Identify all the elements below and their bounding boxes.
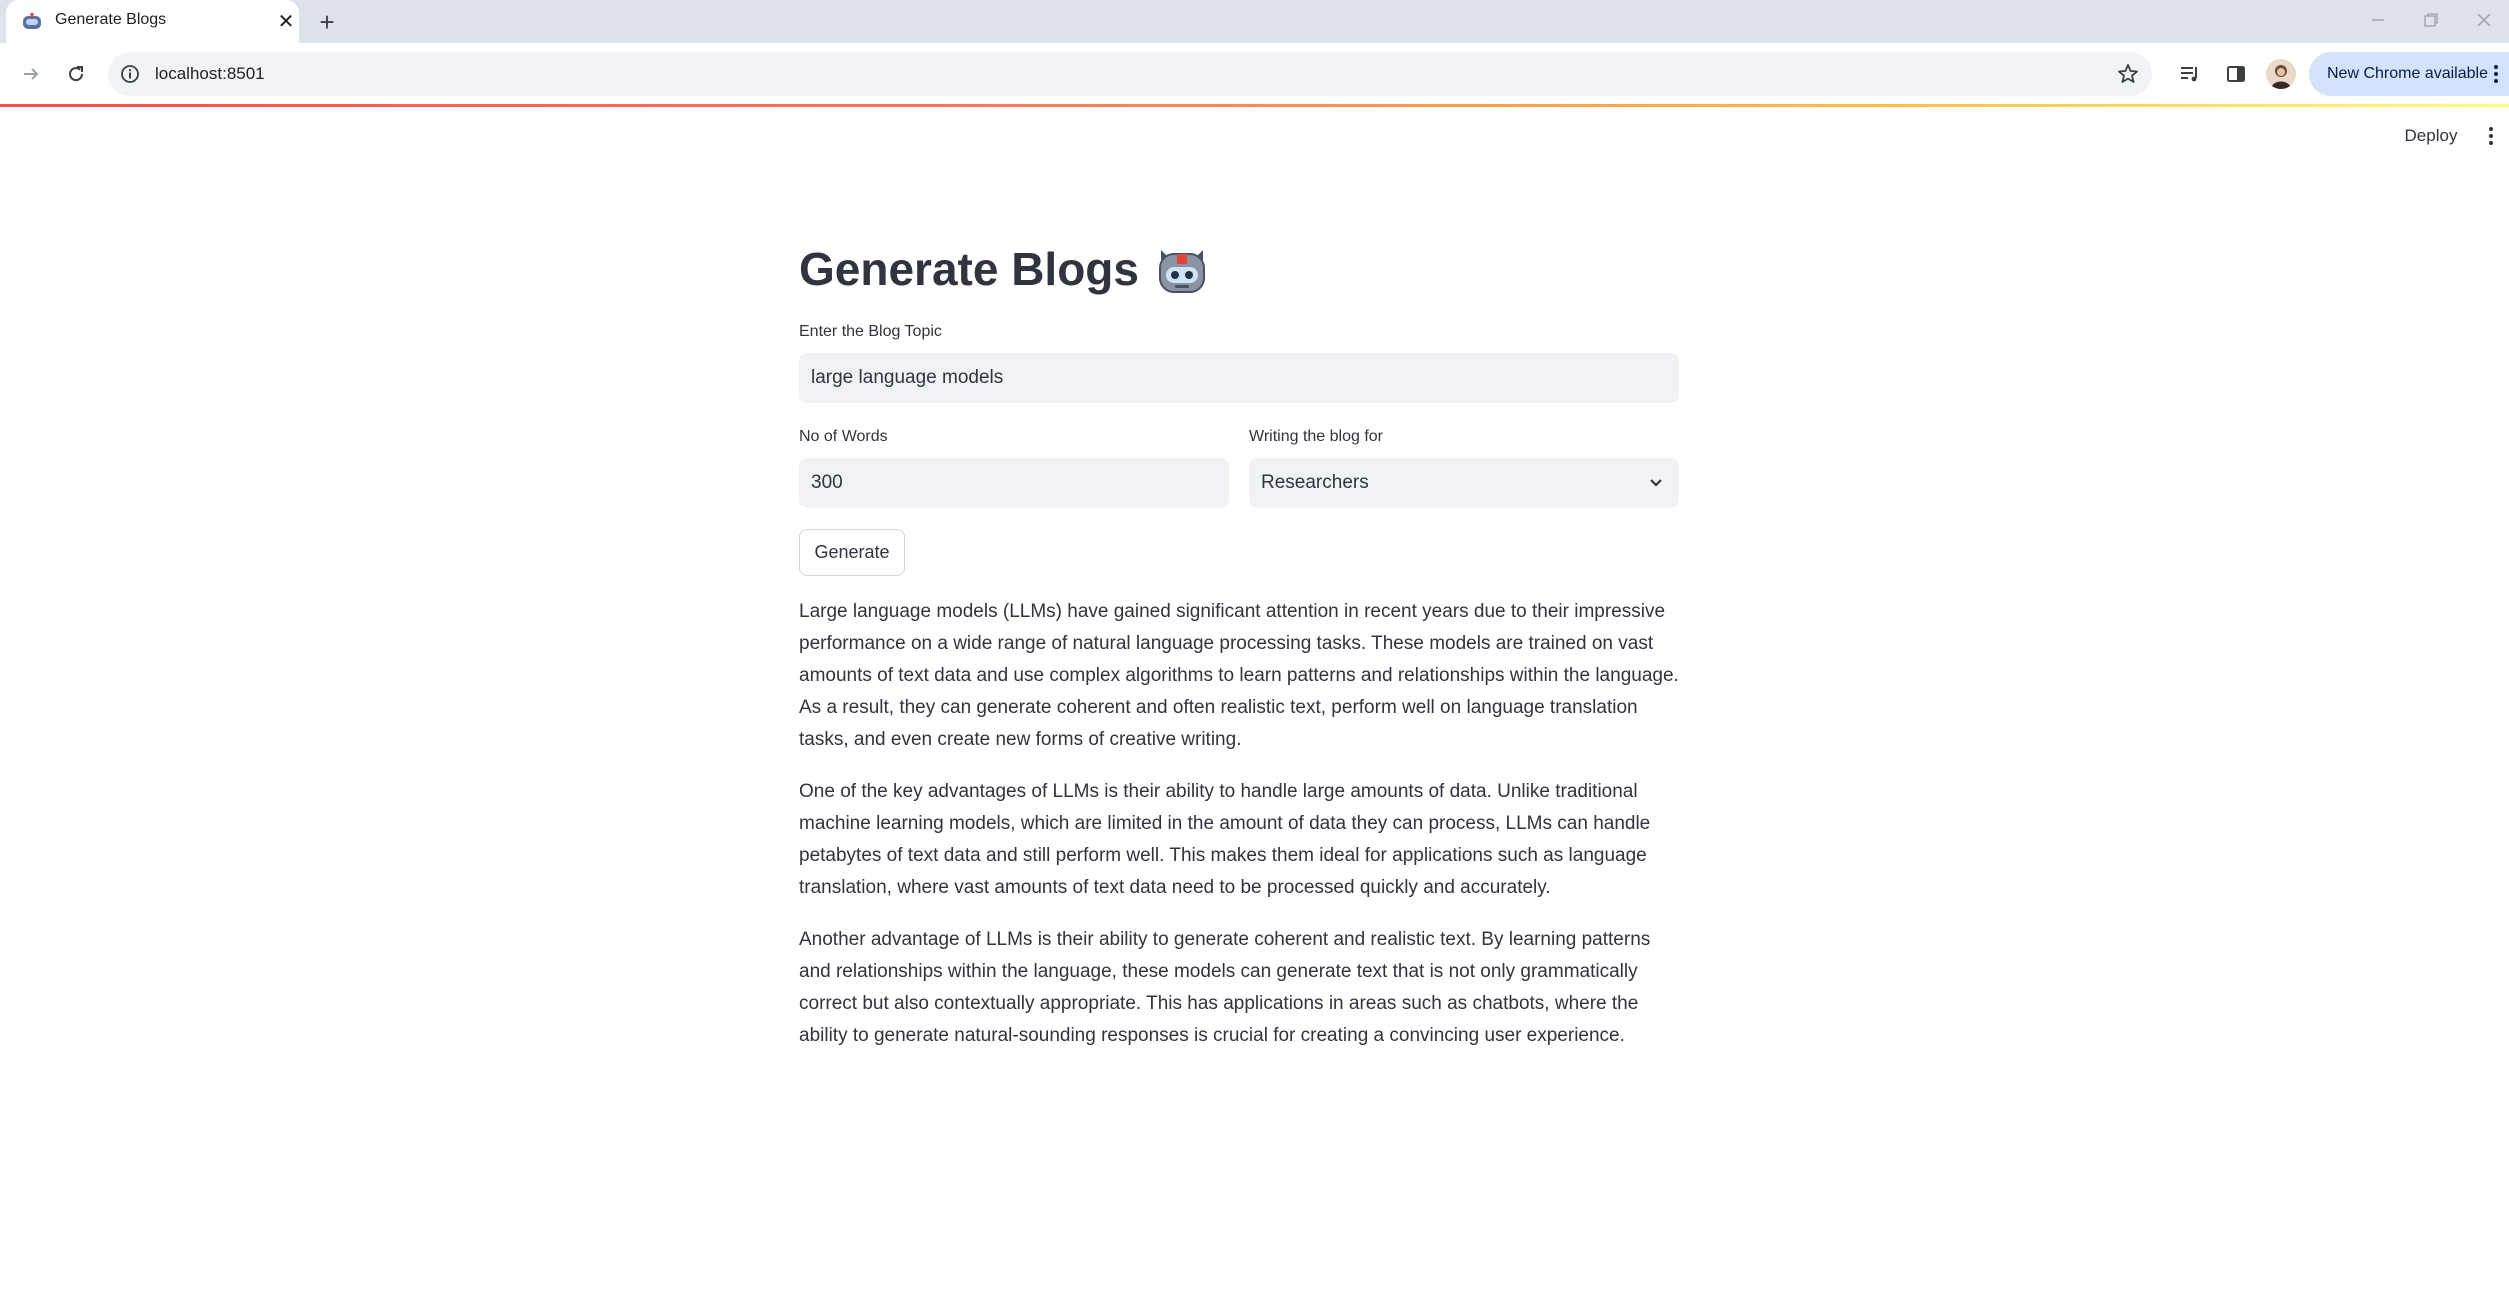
- topic-input-value: large language models: [811, 367, 1004, 388]
- chevron-down-icon: [1650, 479, 1662, 487]
- output-paragraph-2: One of the key advantages of LLMs is the…: [799, 781, 1651, 898]
- forward-arrow-icon[interactable]: [14, 57, 48, 91]
- chrome-menu-icon[interactable]: [2493, 64, 2499, 84]
- url-text: localhost:8501: [155, 64, 265, 83]
- close-window-icon[interactable]: [2464, 4, 2504, 36]
- media-queue-icon[interactable]: [2175, 59, 2205, 89]
- page-title-text: Generate Blogs: [799, 243, 1139, 295]
- words-input[interactable]: 300: [799, 458, 1229, 508]
- side-panel-icon[interactable]: [2221, 59, 2251, 89]
- app-decoration-bar: [0, 104, 2509, 107]
- page-title: Generate Blogs: [799, 242, 1209, 296]
- audience-selected-value: Researchers: [1261, 472, 1369, 493]
- tab-title: Generate Blogs: [55, 11, 167, 28]
- output-paragraph-3: Another advantage of LLMs is their abili…: [799, 929, 1651, 1046]
- close-tab-icon[interactable]: ✕: [273, 8, 299, 34]
- output-paragraph-1: Large language models (LLMs) have gained…: [799, 601, 1679, 750]
- new-tab-icon[interactable]: +: [312, 7, 342, 37]
- topic-label: Enter the Blog Topic: [799, 323, 942, 340]
- audience-label: Writing the blog for: [1249, 428, 1383, 445]
- topic-input[interactable]: large language models: [799, 353, 1679, 403]
- tab-strip: Generate Blogs ✕ +: [0, 0, 2509, 43]
- browser-toolbar: localhost:8501 New Chrome available: [0, 43, 2509, 105]
- audience-select[interactable]: Researchers: [1249, 458, 1679, 508]
- robot-face-icon: [1159, 250, 1205, 293]
- reload-icon[interactable]: [59, 57, 93, 91]
- words-label: No of Words: [799, 428, 888, 445]
- browser-tab[interactable]: Generate Blogs ✕: [6, 0, 299, 43]
- main-menu-icon[interactable]: [2478, 120, 2504, 152]
- address-bar[interactable]: localhost:8501: [108, 52, 2152, 96]
- restore-icon[interactable]: [2411, 4, 2451, 36]
- bookmark-star-icon[interactable]: [2116, 62, 2140, 86]
- words-input-value: 300: [811, 472, 843, 493]
- deploy-button[interactable]: Deploy: [2392, 120, 2470, 152]
- minimize-icon[interactable]: [2358, 4, 2398, 36]
- generate-button[interactable]: Generate: [799, 529, 905, 576]
- new-chrome-available-button[interactable]: New Chrome available: [2309, 52, 2509, 96]
- site-info-icon[interactable]: [120, 64, 140, 84]
- update-label: New Chrome available: [2327, 65, 2488, 82]
- profile-avatar[interactable]: [2266, 59, 2296, 89]
- robot-favicon-icon: [23, 13, 41, 29]
